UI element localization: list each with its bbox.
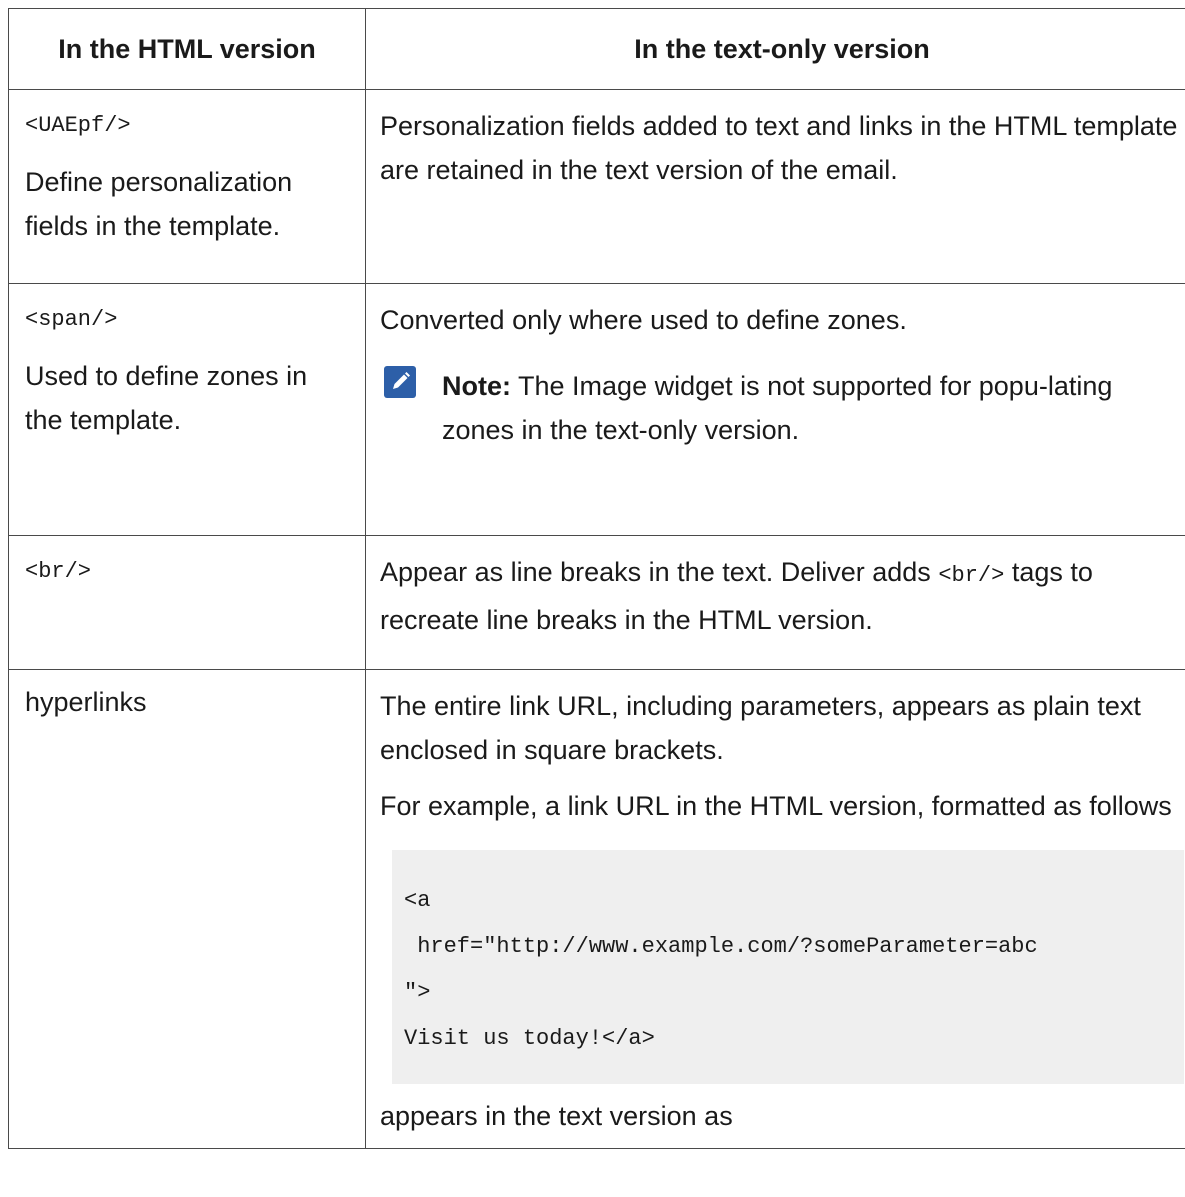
html-cell: <UAEpf/> Define personalization fields i… — [8, 89, 366, 284]
table-row: hyperlinks The entire link URL, includin… — [8, 669, 1185, 1149]
text-cell: Converted only where used to define zone… — [365, 283, 1185, 536]
note-text: The Image widget is not supported for po… — [442, 371, 1113, 445]
html-cell: <span/> Used to define zones in the temp… — [8, 283, 366, 536]
paragraph: For example, a link URL in the HTML vers… — [380, 791, 1172, 821]
header-html-version: In the HTML version — [8, 8, 366, 90]
tag-label: hyperlinks — [25, 687, 147, 717]
tag-description: Define personalization fields in the tem… — [25, 167, 293, 241]
text-cell: The entire link URL, including parameter… — [365, 669, 1185, 1149]
code-line: Visit us today!</a> — [404, 1026, 655, 1051]
html-cell: hyperlinks — [8, 669, 366, 1149]
code-line: "> — [404, 980, 431, 1005]
header-text-only-version: In the text-only version — [365, 8, 1185, 90]
tag-code: <UAEpf/> — [25, 113, 131, 138]
note-callout: Note: The Image widget is not supported … — [380, 364, 1184, 452]
tag-code: <br/> — [25, 559, 92, 584]
table-row: <br/> Appear as line breaks in the text.… — [8, 535, 1185, 670]
code-line: href="http://www.example.com/?someParame… — [404, 934, 1038, 959]
inline-code: <br/> — [938, 563, 1005, 588]
html-cell: <br/> — [8, 535, 366, 670]
conversion-text: Personalization fields added to text and… — [380, 111, 1178, 185]
note-label: Note: — [442, 371, 511, 401]
tag-conversion-table: In the HTML version In the text-only ver… — [8, 8, 1185, 1149]
table-row: <span/> Used to define zones in the temp… — [8, 283, 1185, 536]
paragraph: appears in the text version as — [380, 1101, 733, 1131]
conversion-text-part: Appear as line breaks in the text. Deliv… — [380, 557, 939, 587]
code-block: <a href="http://www.example.com/?somePar… — [392, 850, 1184, 1084]
tag-description: Used to define zones in the template. — [25, 361, 308, 435]
paragraph: The entire link URL, including parameter… — [380, 691, 1141, 765]
code-line: <a — [404, 888, 431, 913]
table-row: <UAEpf/> Define personalization fields i… — [8, 89, 1185, 284]
text-cell: Appear as line breaks in the text. Deliv… — [365, 535, 1185, 670]
conversion-text: Converted only where used to define zone… — [380, 305, 907, 335]
pencil-icon — [384, 366, 416, 398]
text-cell: Personalization fields added to text and… — [365, 89, 1185, 284]
tag-code: <span/> — [25, 307, 118, 332]
table-header-row: In the HTML version In the text-only ver… — [8, 8, 1185, 90]
conversion-text: Appear as line breaks in the text. Deliv… — [380, 550, 1184, 642]
